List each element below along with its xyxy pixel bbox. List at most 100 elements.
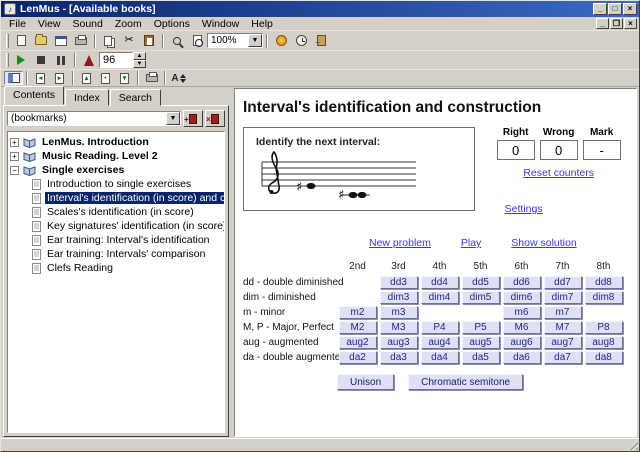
tree-item-single-exercises[interactable]: − Single exercises <box>10 163 222 177</box>
answer-button-da2[interactable]: da2 <box>339 351 377 364</box>
answer-button-aug3[interactable]: aug3 <box>380 336 418 349</box>
answer-button-dim5[interactable]: dim5 <box>462 291 500 304</box>
answer-button-aug7[interactable]: aug7 <box>544 336 582 349</box>
tempo-stepper[interactable]: ▲ ▼ <box>133 52 146 68</box>
answer-button-m7[interactable]: m7 <box>544 306 582 319</box>
settings-link[interactable]: Settings <box>505 203 543 215</box>
menu-file[interactable]: File <box>3 17 32 31</box>
tab-contents[interactable]: Contents <box>4 86 64 105</box>
print-preview-button[interactable] <box>142 71 161 85</box>
answer-button-da7[interactable]: da7 <box>544 351 582 364</box>
minimize-button[interactable]: _ <box>593 3 607 15</box>
tree-item-intervals-identification[interactable]: Interval's identification (in score) and… <box>10 191 222 205</box>
copy-button[interactable] <box>99 32 119 49</box>
cut-button[interactable]: ✂ <box>119 32 139 49</box>
resize-grip[interactable] <box>627 439 638 450</box>
menu-help[interactable]: Help <box>245 17 279 31</box>
play-link[interactable]: Play <box>461 237 481 249</box>
help-button[interactable] <box>271 32 291 49</box>
answer-button-M3[interactable]: M3 <box>380 321 418 334</box>
delete-bookmark-button[interactable] <box>205 110 225 127</box>
answer-button-dd4[interactable]: dd4 <box>421 276 459 289</box>
answer-button-da6[interactable]: da6 <box>503 351 541 364</box>
unison-button[interactable]: Unison <box>337 374 394 390</box>
new-problem-link[interactable]: New problem <box>369 237 431 249</box>
show-solution-link[interactable]: Show solution <box>511 237 576 249</box>
mdi-close-button[interactable]: × <box>624 18 637 29</box>
print-button[interactable] <box>71 32 91 49</box>
tab-index[interactable]: Index <box>65 89 109 106</box>
bookmarks-select[interactable]: (bookmarks) ▼ <box>7 111 181 126</box>
spin-up-icon[interactable]: ▲ <box>133 52 146 60</box>
pause-button[interactable] <box>51 52 71 69</box>
answer-button-m3[interactable]: m3 <box>380 306 418 319</box>
page-up-button[interactable]: ▴ <box>77 71 96 85</box>
answer-button-m2[interactable]: m2 <box>339 306 377 319</box>
exit-button[interactable] <box>311 32 331 49</box>
new-button[interactable] <box>11 32 31 49</box>
tree-item-ear-training-intervals-comparison[interactable]: Ear training: Intervals' comparison <box>10 247 222 261</box>
toggle-help-panel-button[interactable] <box>4 71 23 85</box>
mdi-restore-button[interactable]: ❐ <box>610 18 623 29</box>
collapse-icon[interactable]: − <box>10 166 19 175</box>
answer-button-aug6[interactable]: aug6 <box>503 336 541 349</box>
reset-counters-link[interactable]: Reset counters <box>523 167 594 179</box>
answer-button-dd6[interactable]: dd6 <box>503 276 541 289</box>
menu-zoom[interactable]: Zoom <box>109 17 148 31</box>
page-number-button[interactable]: • <box>96 71 115 85</box>
zoom-select[interactable]: 100% ▼ <box>207 33 263 48</box>
answer-button-da4[interactable]: da4 <box>421 351 459 364</box>
answer-button-dim6[interactable]: dim6 <box>503 291 541 304</box>
zoom-fit-button[interactable] <box>167 32 187 49</box>
close-button[interactable]: × <box>623 3 637 15</box>
answer-button-M7[interactable]: M7 <box>544 321 582 334</box>
edit-button[interactable] <box>51 32 71 49</box>
chevron-down-icon[interactable]: ▼ <box>248 34 262 47</box>
menu-view[interactable]: View <box>32 17 67 31</box>
chromatic-semitone-button[interactable]: Chromatic semitone <box>408 374 523 390</box>
answer-button-dd3[interactable]: dd3 <box>380 276 418 289</box>
stop-button[interactable] <box>31 52 51 69</box>
font-size-button[interactable]: A <box>169 71 188 85</box>
expand-icon[interactable]: + <box>10 152 19 161</box>
answer-button-dd5[interactable]: dd5 <box>462 276 500 289</box>
answer-button-M6[interactable]: M6 <box>503 321 541 334</box>
answer-button-dd8[interactable]: dd8 <box>585 276 623 289</box>
answer-button-aug8[interactable]: aug8 <box>585 336 623 349</box>
answer-button-aug2[interactable]: aug2 <box>339 336 377 349</box>
answer-button-dim3[interactable]: dim3 <box>380 291 418 304</box>
answer-button-da5[interactable]: da5 <box>462 351 500 364</box>
answer-button-m6[interactable]: m6 <box>503 306 541 319</box>
answer-button-P5[interactable]: P5 <box>462 321 500 334</box>
play-button[interactable] <box>11 52 31 69</box>
tree-item-scales-identification[interactable]: Scales's identification (in score) <box>10 205 222 219</box>
expand-icon[interactable]: + <box>10 138 19 147</box>
spin-down-icon[interactable]: ▼ <box>133 60 146 68</box>
tree-item-lenmus-introduction[interactable]: + LenMus. Introduction <box>10 135 222 149</box>
tree-item-introduction-to-single-exercises[interactable]: Introduction to single exercises <box>10 177 222 191</box>
answer-button-aug4[interactable]: aug4 <box>421 336 459 349</box>
metronome-button[interactable] <box>79 52 99 69</box>
tab-search[interactable]: Search <box>110 89 161 106</box>
answer-button-aug5[interactable]: aug5 <box>462 336 500 349</box>
answer-button-da3[interactable]: da3 <box>380 351 418 364</box>
answer-button-P8[interactable]: P8 <box>585 321 623 334</box>
answer-button-P4[interactable]: P4 <box>421 321 459 334</box>
answer-button-dd7[interactable]: dd7 <box>544 276 582 289</box>
forward-page-button[interactable]: ▸ <box>50 71 69 85</box>
tree-item-clefs-reading[interactable]: Clefs Reading <box>10 261 222 275</box>
answer-button-M2[interactable]: M2 <box>339 321 377 334</box>
menu-options[interactable]: Options <box>148 17 196 31</box>
back-page-button[interactable]: ◂ <box>31 71 50 85</box>
answer-button-dim4[interactable]: dim4 <box>421 291 459 304</box>
page-down-button[interactable]: ▾ <box>115 71 134 85</box>
tree-item-music-reading-level-2[interactable]: + Music Reading. Level 2 <box>10 149 222 163</box>
paste-button[interactable] <box>139 32 159 49</box>
answer-button-dim8[interactable]: dim8 <box>585 291 623 304</box>
answer-button-dim7[interactable]: dim7 <box>544 291 582 304</box>
tempo-input[interactable] <box>99 52 133 68</box>
clock-button[interactable] <box>291 32 311 49</box>
zoom-page-button[interactable] <box>187 32 207 49</box>
menu-window[interactable]: Window <box>196 17 245 31</box>
tree-item-key-signatures-identification[interactable]: Key signatures' identification (in score… <box>10 219 222 233</box>
